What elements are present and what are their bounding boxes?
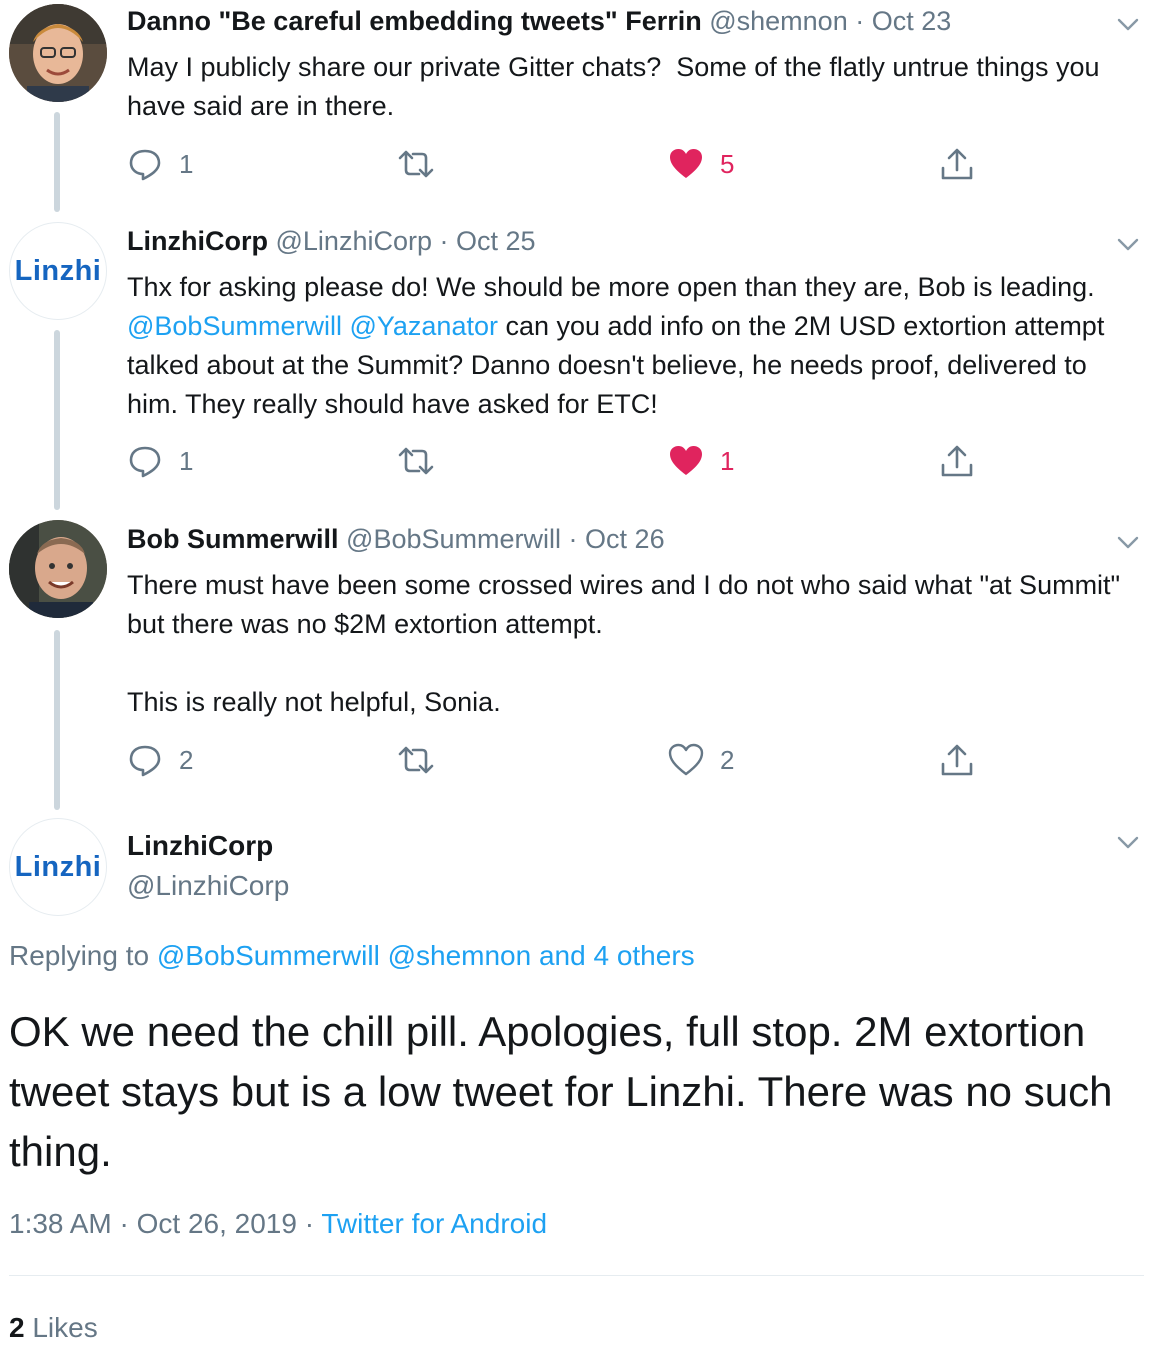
tweet-danno[interactable]: Danno "Be careful embedding tweets" Ferr… <box>0 0 1166 215</box>
tweet-bob[interactable]: Bob Summerwill @BobSummerwill · Oct 26 T… <box>0 520 1166 810</box>
author-handle[interactable]: @BobSummerwill <box>346 524 561 554</box>
chevron-down-icon[interactable] <box>1114 528 1142 556</box>
like-count: 2 <box>720 744 735 775</box>
separator: · <box>304 1208 315 1239</box>
tweet-text: There must have been some crossed wires … <box>127 570 1121 717</box>
avatar-danno[interactable] <box>9 4 107 102</box>
share-button[interactable] <box>939 740 975 780</box>
likes-count: 2 <box>9 1312 25 1343</box>
reply-icon <box>129 745 161 777</box>
avatar-linzhi[interactable]: Linzhi <box>9 222 107 320</box>
author-name[interactable]: LinzhiCorp <box>127 226 268 256</box>
tweet-linzhi-reply[interactable]: Linzhi LinzhiCorp @LinzhiCorp · Oct 25 T… <box>0 222 1166 512</box>
heart-outline-icon <box>668 743 704 776</box>
retweet-button[interactable] <box>397 441 435 481</box>
separator: · <box>119 1208 129 1239</box>
reply-button[interactable]: 1 <box>127 144 193 184</box>
retweet-icon <box>398 447 434 475</box>
heart-filled-icon <box>670 149 702 178</box>
linzhi-logo: Linzhi <box>14 850 102 883</box>
main-tweet-text: OK we need the chill pill. Apologies, fu… <box>9 1008 1113 1175</box>
author-name[interactable]: Danno "Be careful embedding tweets" Ferr… <box>127 6 702 36</box>
like-count: 1 <box>720 445 735 476</box>
avatar-bob[interactable] <box>9 520 107 618</box>
author-name[interactable]: LinzhiCorp <box>127 830 273 862</box>
tweet-full-date[interactable]: Oct 26, 2019 <box>137 1208 297 1239</box>
share-button[interactable] <box>939 441 975 481</box>
author-handle[interactable]: @shemnon <box>709 6 847 36</box>
retweet-button[interactable] <box>397 740 435 780</box>
separator: · <box>855 6 865 36</box>
reply-button[interactable]: 1 <box>127 441 193 481</box>
linzhi-logo: Linzhi <box>14 254 102 287</box>
avatar-danno-image <box>9 4 107 102</box>
chevron-down-icon[interactable] <box>1114 10 1142 38</box>
share-icon <box>941 148 973 180</box>
replying-mentions[interactable]: @BobSummerwill @shemnon <box>157 940 531 971</box>
like-button[interactable]: 2 <box>668 740 734 780</box>
thread-connector <box>54 630 60 810</box>
tweet-header: Bob Summerwill @BobSummerwill · Oct 26 <box>127 524 665 555</box>
reply-count: 1 <box>179 148 194 179</box>
tweet-text: May I publicly share our private Gitter … <box>127 52 1107 121</box>
share-icon <box>941 445 973 477</box>
like-count: 5 <box>720 148 735 179</box>
tweet-date[interactable]: Oct 26 <box>585 524 665 554</box>
tweet-text: Thx for asking please do! We should be m… <box>127 268 1137 424</box>
tweet-timestamp: 1:38 AM · Oct 26, 2019 · Twitter for And… <box>9 1208 547 1240</box>
tweet-time[interactable]: 1:38 AM <box>9 1208 112 1239</box>
retweet-icon <box>398 150 434 178</box>
separator: · <box>439 226 449 256</box>
likes-label: Likes <box>32 1312 98 1343</box>
avatar-bob-image <box>9 520 107 618</box>
author-name[interactable]: Bob Summerwill <box>127 524 339 554</box>
share-icon <box>941 744 973 776</box>
tweet-actions: 1 1 <box>127 441 1137 481</box>
text-part: Thx for asking please do! We should be m… <box>127 272 1103 302</box>
tweet-date[interactable]: Oct 23 <box>872 6 952 36</box>
tweet-header: LinzhiCorp @LinzhiCorp · Oct 25 <box>127 226 536 257</box>
like-button[interactable]: 5 <box>668 144 734 184</box>
retweet-button[interactable] <box>397 144 435 184</box>
mention-link[interactable]: @BobSummerwill <box>127 311 342 341</box>
divider <box>9 1275 1144 1276</box>
replying-others-link[interactable]: and 4 others <box>539 940 695 971</box>
mention-link[interactable]: @Yazanator <box>349 311 498 341</box>
tweet-header: Danno "Be careful embedding tweets" Ferr… <box>127 6 951 37</box>
chevron-down-icon[interactable] <box>1114 230 1142 258</box>
replying-to: Replying to @BobSummerwill @shemnon and … <box>9 940 695 972</box>
share-button[interactable] <box>939 144 975 184</box>
author-handle[interactable]: @LinzhiCorp <box>127 870 289 902</box>
author-handle[interactable]: @LinzhiCorp <box>276 226 432 256</box>
reply-icon <box>129 446 161 478</box>
retweet-icon <box>398 746 434 774</box>
tweet-date[interactable]: Oct 25 <box>456 226 536 256</box>
thread-connector <box>54 112 60 212</box>
heart-filled-icon <box>670 446 702 475</box>
tweet-actions: 2 2 <box>127 740 1137 780</box>
reply-count: 2 <box>179 744 194 775</box>
replying-label: Replying to <box>9 940 150 971</box>
separator: · <box>568 524 578 554</box>
likes-summary[interactable]: 2 Likes <box>9 1312 98 1344</box>
tweet-source-link[interactable]: Twitter for Android <box>321 1208 547 1239</box>
reply-button[interactable]: 2 <box>127 740 193 780</box>
like-button[interactable]: 1 <box>668 441 734 481</box>
tweet-actions: 1 5 <box>127 144 1137 184</box>
avatar-linzhi[interactable]: Linzhi <box>9 818 107 916</box>
reply-icon <box>129 149 161 181</box>
reply-count: 1 <box>179 445 194 476</box>
thread-connector <box>54 330 60 510</box>
chevron-down-icon[interactable] <box>1114 828 1142 856</box>
